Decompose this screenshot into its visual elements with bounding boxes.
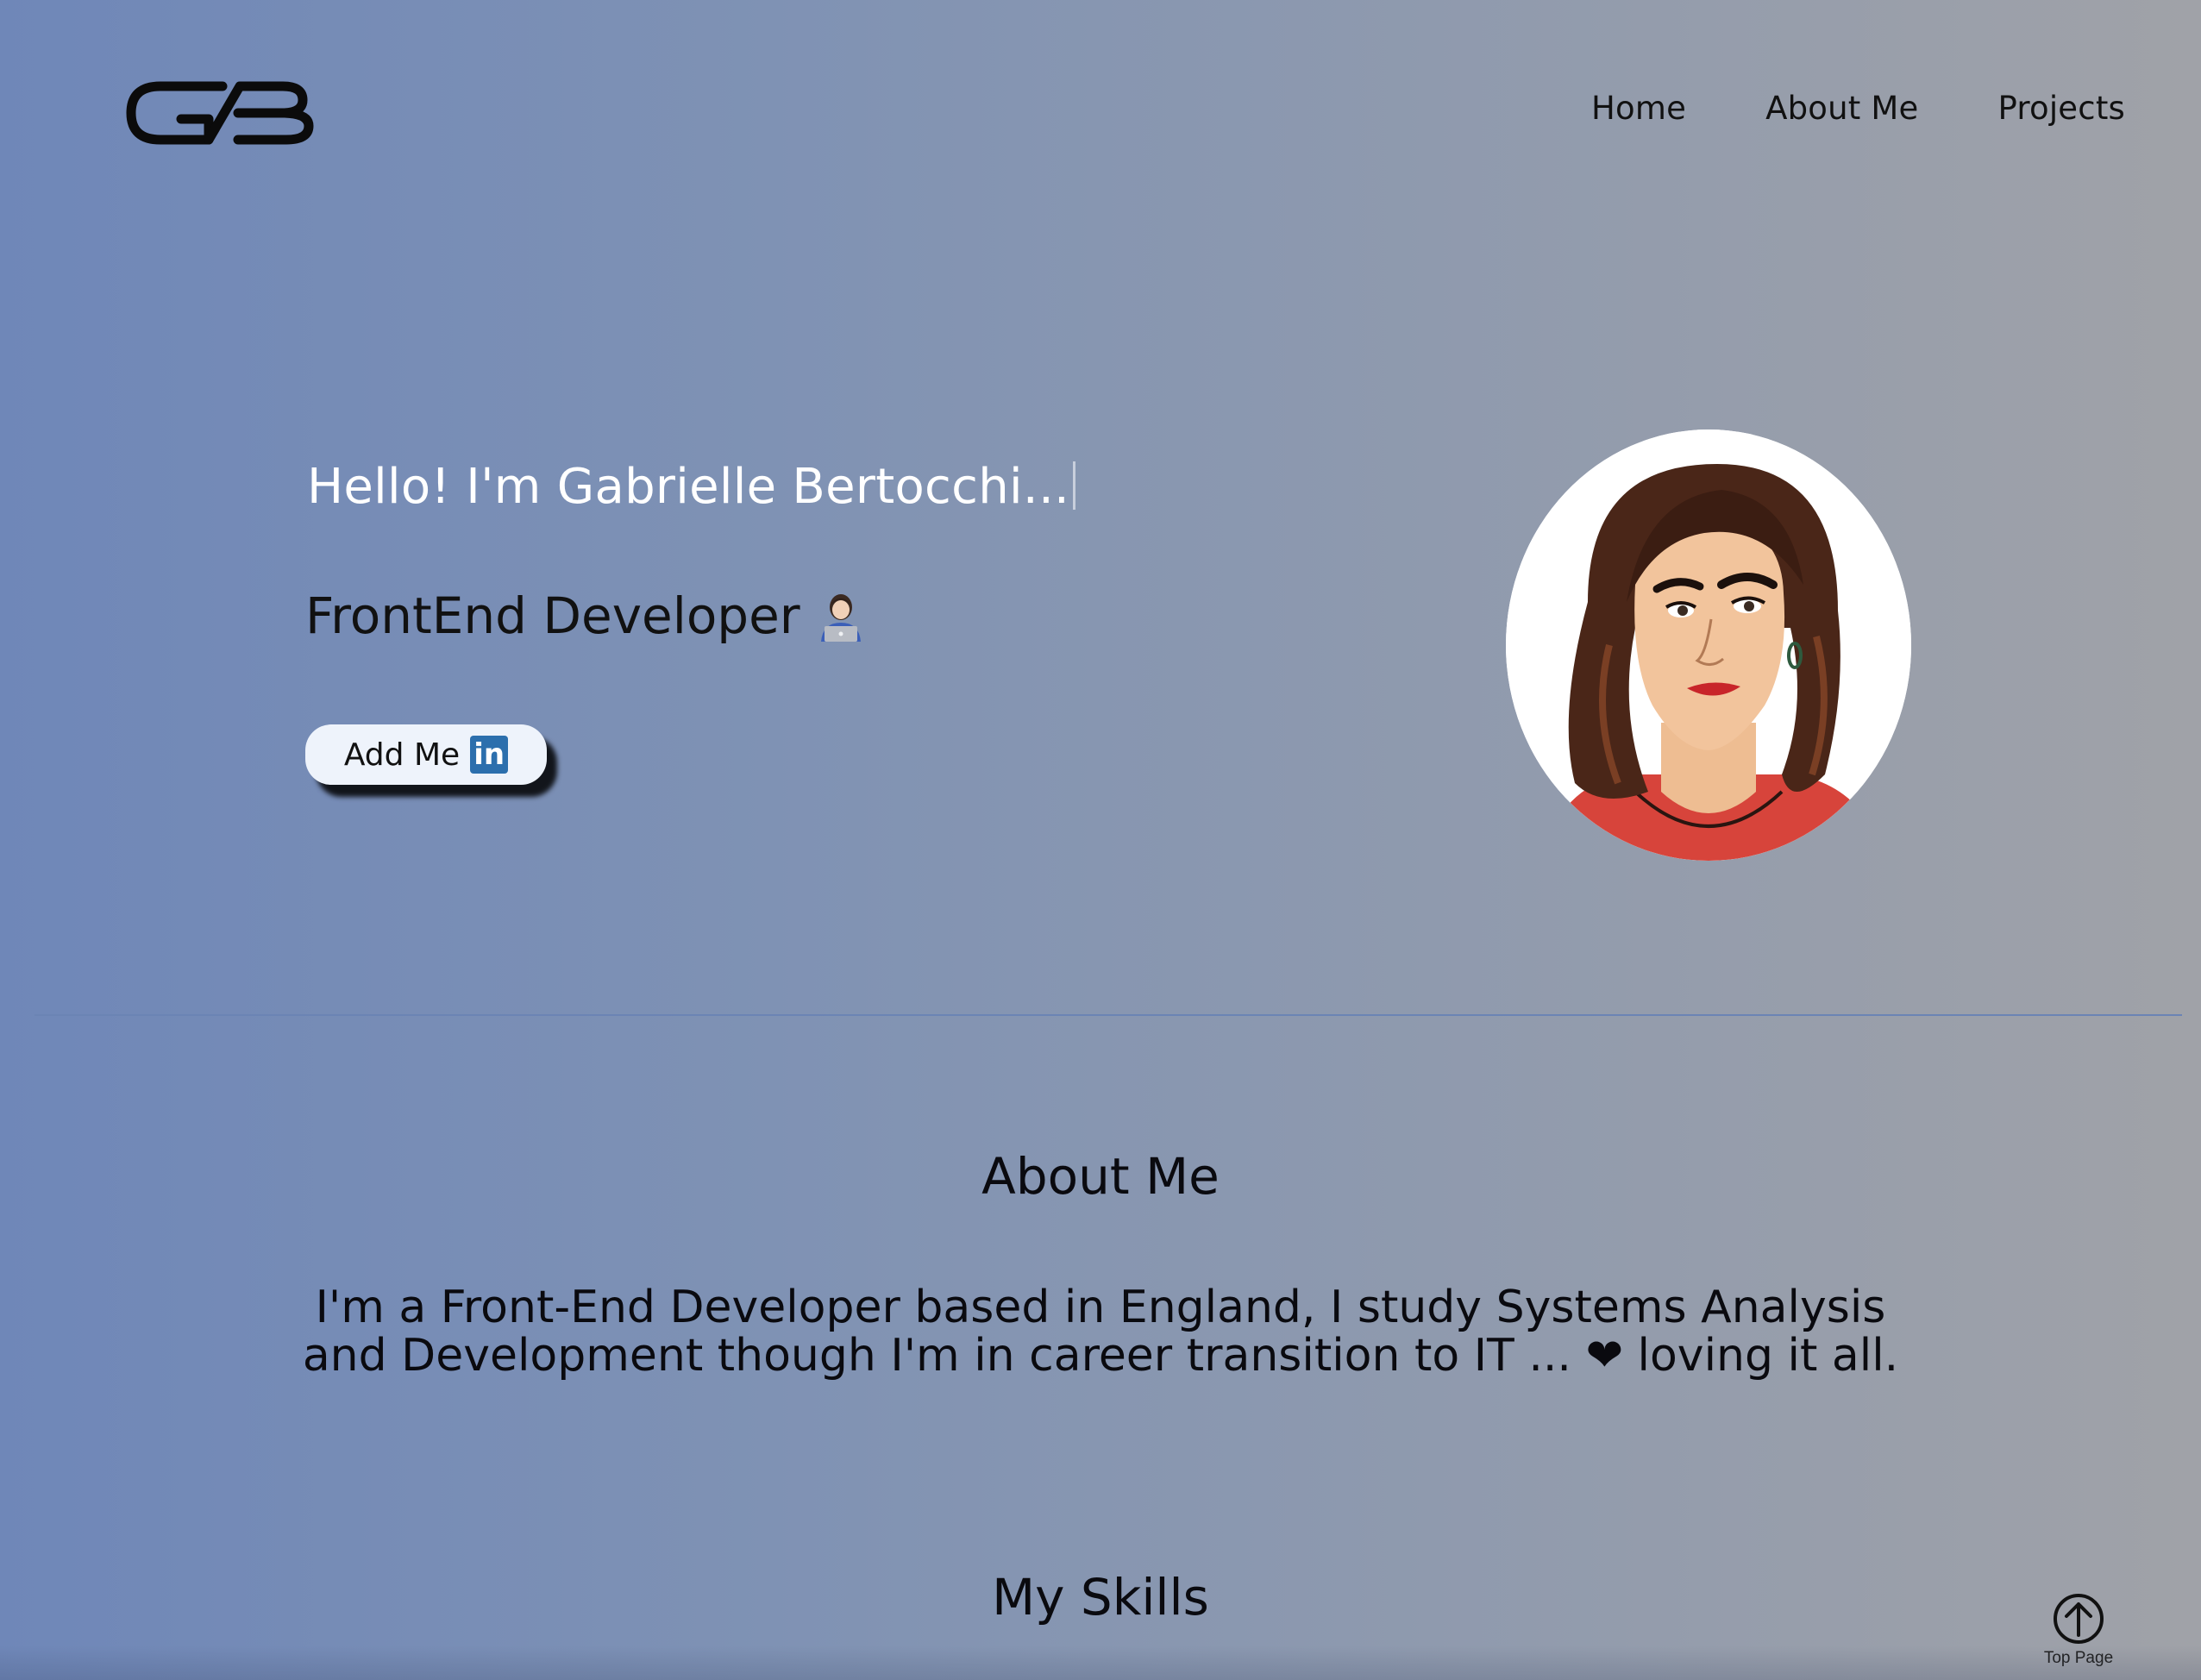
linkedin-icon: in	[470, 736, 509, 774]
arrow-up-circle-icon	[2054, 1594, 2104, 1644]
nav-about-link[interactable]: About Me	[1765, 90, 1918, 127]
nav-projects-link[interactable]: Projects	[1998, 90, 2125, 127]
add-me-label: Add Me	[343, 737, 461, 773]
main-nav: Home About Me Projects	[1591, 90, 2125, 127]
hero-greeting-text: Hello! I'm Gabrielle Bertocchi...	[307, 459, 1070, 515]
technologist-icon	[820, 594, 861, 642]
hero-greeting: Hello! I'm Gabrielle Bertocchi...	[307, 459, 1076, 515]
hero-role-text: FrontEnd Developer	[305, 586, 800, 645]
section-divider	[34, 1014, 2182, 1016]
skills-title: My Skills	[992, 1568, 1209, 1627]
nav-home-link[interactable]: Home	[1591, 90, 1686, 127]
profile-portrait	[1506, 429, 1911, 861]
bottom-shade	[0, 1646, 2201, 1680]
top-page-label: Top Page	[2043, 1649, 2114, 1667]
typing-caret	[1073, 461, 1076, 510]
about-title: About Me	[981, 1147, 1220, 1206]
add-me-linkedin-button[interactable]: Add Me in	[305, 724, 547, 785]
hero-role: FrontEnd Developer	[305, 586, 864, 645]
about-text: I'm a Front-End Developer based in Engla…	[302, 1282, 1899, 1382]
top-page-button[interactable]: Top Page	[2027, 1592, 2130, 1668]
gb-logo[interactable]	[126, 76, 316, 150]
